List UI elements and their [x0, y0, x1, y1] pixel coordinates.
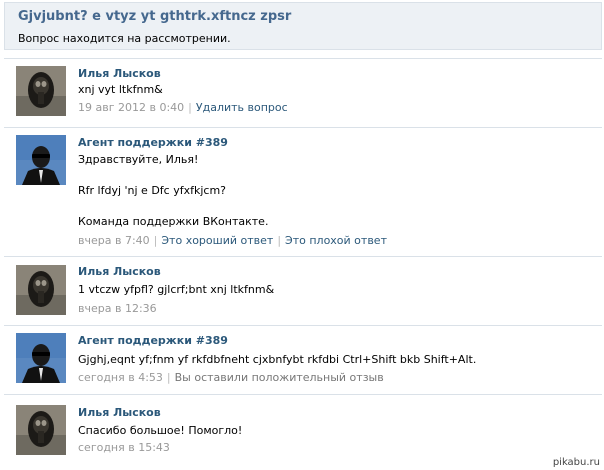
message-time: сегодня в 15:43 — [78, 441, 170, 454]
message-text: Gjghj,eqnt yf;fnm yf rkfdbfneht cjxbnfyb… — [78, 353, 477, 366]
message-author[interactable]: Агент поддержки #389 — [78, 136, 228, 149]
message-text: Спасибо большое! Помогло! — [78, 424, 243, 437]
separator: | — [153, 234, 158, 247]
user-avatar-icon[interactable] — [16, 66, 66, 116]
user-avatar-icon[interactable] — [16, 265, 66, 315]
message-text: xnj vyt ltkfnm& — [78, 83, 163, 96]
message-text: 1 vtczw yfpfl? gjlcrf;bnt xnj ltkfnm& — [78, 283, 275, 296]
good-answer-link[interactable]: Это хороший ответ — [161, 234, 273, 247]
separator: | — [277, 234, 282, 247]
message-item: Агент поддержки #389 Gjghj,eqnt yf;fnm y… — [4, 325, 602, 387]
message-item: Илья Лысков 1 vtczw yfpfl? gjlcrf;bnt xn… — [4, 256, 602, 318]
agent-avatar-icon[interactable] — [16, 135, 66, 185]
message-meta: сегодня в 4:53 | Вы оставили положительный… — [78, 371, 384, 384]
message-meta: сегодня в 15:43 — [78, 441, 170, 454]
delete-question-link[interactable]: Удалить вопрос — [196, 101, 288, 114]
message-author[interactable]: Илья Лысков — [78, 265, 161, 278]
message-time: сегодня в 4:53 — [78, 371, 163, 384]
message-item: Илья Лысков Спасибо большое! Помогло! се… — [4, 394, 602, 460]
message-meta: 19 авг 2012 в 0:40 | Удалить вопрос — [78, 101, 288, 114]
separator: | — [188, 101, 192, 114]
message-text: Команда поддержки ВКонтакте. — [78, 215, 269, 228]
message-time: 19 авг 2012 в 0:40 — [78, 101, 185, 114]
message-meta: вчера в 7:40 | Это хороший ответ | Это плохо… — [78, 234, 387, 247]
separator: | — [166, 371, 171, 384]
feedback-status: Вы оставили положительный отзыв — [174, 371, 384, 384]
message-item: Агент поддержки #389 Здравствуйте, Илья!… — [4, 127, 602, 254]
message-author[interactable]: Илья Лысков — [78, 406, 161, 419]
message-author[interactable]: Агент поддержки #389 — [78, 334, 228, 347]
message-text: Здравствуйте, Илья! — [78, 153, 199, 166]
message-meta: вчера в 12:36 — [78, 302, 157, 315]
message-author[interactable]: Илья Лысков — [78, 67, 161, 80]
question-status: Вопрос находится на рассмотрении. — [18, 32, 231, 45]
bad-answer-link[interactable]: Это плохой ответ — [285, 234, 387, 247]
message-time: вчера в 7:40 — [78, 234, 150, 247]
message-time: вчера в 12:36 — [78, 302, 157, 315]
message-item: Илья Лысков xnj vyt ltkfnm& 19 авг 2012 … — [4, 58, 602, 120]
user-avatar-icon[interactable] — [16, 405, 66, 455]
question-header: Gjvjubnt? e vtyz yt gthtrk.xftncz zpsr В… — [4, 2, 602, 50]
message-text: Rfr lfdyj 'nj e Dfc yfxfkjcm? — [78, 184, 227, 197]
watermark-text: pikabu.ru — [552, 457, 600, 468]
question-title: Gjvjubnt? e vtyz yt gthtrk.xftncz zpsr — [18, 9, 292, 24]
agent-avatar-icon[interactable] — [16, 333, 66, 383]
